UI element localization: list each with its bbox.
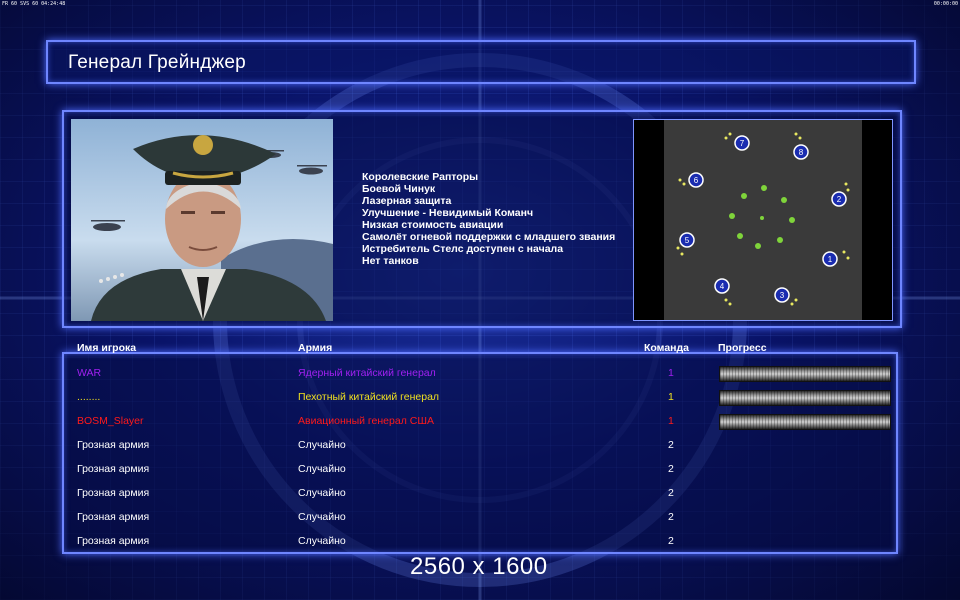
- feature-item: Истребитель Стелс доступен с начала: [362, 243, 564, 255]
- start-position-marker[interactable]: 5: [679, 232, 695, 248]
- player-team: 2: [668, 535, 674, 547]
- column-header-player: Имя игрока: [77, 342, 137, 354]
- player-army: Случайно: [298, 439, 346, 451]
- general-portrait: [71, 119, 333, 321]
- feature-item: Боевой Чинук: [362, 183, 436, 195]
- player-team: 2: [668, 439, 674, 451]
- start-position-label: 5: [685, 236, 690, 245]
- map-preview[interactable]: 1 2 3 4 5 6 7 8: [633, 119, 893, 321]
- start-position-marker[interactable]: 7: [734, 135, 750, 151]
- player-team: 1: [668, 391, 674, 403]
- player-name: Грозная армия: [77, 511, 150, 523]
- start-position-marker[interactable]: 3: [774, 287, 790, 303]
- progress-bar: [719, 390, 891, 406]
- feature-item: Низкая стоимость авиации: [362, 219, 504, 231]
- start-position-label: 6: [694, 176, 699, 185]
- player-army: Случайно: [298, 487, 346, 499]
- player-army: Случайно: [298, 511, 346, 523]
- player-team: 2: [668, 463, 674, 475]
- player-name: Грозная армия: [77, 439, 150, 451]
- start-position-label: 3: [780, 291, 785, 300]
- start-position-marker[interactable]: 6: [688, 172, 704, 188]
- column-header-team: Команда: [644, 342, 689, 354]
- column-header-army: Армия: [298, 342, 333, 354]
- progress-bar: [719, 414, 891, 430]
- player-team: 1: [668, 367, 674, 379]
- start-position-label: 1: [828, 255, 833, 264]
- start-position-label: 7: [740, 139, 745, 148]
- player-army: Авиационный генерал США: [298, 415, 434, 427]
- player-team: 2: [668, 487, 674, 499]
- player-name: Грозная армия: [77, 535, 150, 547]
- start-position-marker[interactable]: 8: [793, 144, 809, 160]
- feature-item: Лазерная защита: [362, 195, 452, 207]
- start-position-label: 2: [837, 195, 842, 204]
- player-name: ........: [77, 391, 101, 403]
- progress-bar: [719, 366, 891, 382]
- player-name: Грозная армия: [77, 487, 150, 499]
- players-table-frame: [62, 352, 898, 554]
- player-name: Грозная армия: [77, 463, 150, 475]
- feature-item: Королевские Рапторы: [362, 171, 479, 183]
- player-army: Случайно: [298, 463, 346, 475]
- start-position-marker[interactable]: 1: [822, 251, 838, 267]
- general-title: Генерал Грейнджер: [68, 52, 246, 73]
- player-name: BOSM_Slayer: [77, 415, 144, 427]
- player-army: Ядерный китайский генерал: [298, 367, 436, 379]
- start-position-label: 8: [799, 148, 804, 157]
- column-header-progress: Прогресс: [718, 342, 767, 354]
- resolution-watermark: 2560 x 1600: [410, 553, 548, 580]
- player-army: Пехотный китайский генерал: [298, 391, 440, 403]
- start-position-label: 4: [720, 282, 725, 291]
- player-team: 1: [668, 415, 674, 427]
- status-bar-clock: 00:00:00: [933, 1, 958, 7]
- player-team: 2: [668, 511, 674, 523]
- feature-item: Нет танков: [362, 255, 419, 267]
- player-name: WAR: [77, 367, 102, 379]
- player-army: Случайно: [298, 535, 346, 547]
- status-bar: FR 60 SVS 60 04:24:48 00:00:00: [0, 0, 960, 8]
- start-position-marker[interactable]: 4: [714, 278, 730, 294]
- feature-item: Самолёт огневой поддержки с младшего зва…: [362, 231, 616, 243]
- general-features-list: Королевские Рапторы Боевой Чинук Лазерна…: [362, 171, 615, 267]
- feature-item: Улучшение - Невидимый Команч: [362, 207, 534, 219]
- status-bar-left: FR 60 SVS 60 04:24:48: [2, 1, 66, 7]
- start-position-marker[interactable]: 2: [831, 191, 847, 207]
